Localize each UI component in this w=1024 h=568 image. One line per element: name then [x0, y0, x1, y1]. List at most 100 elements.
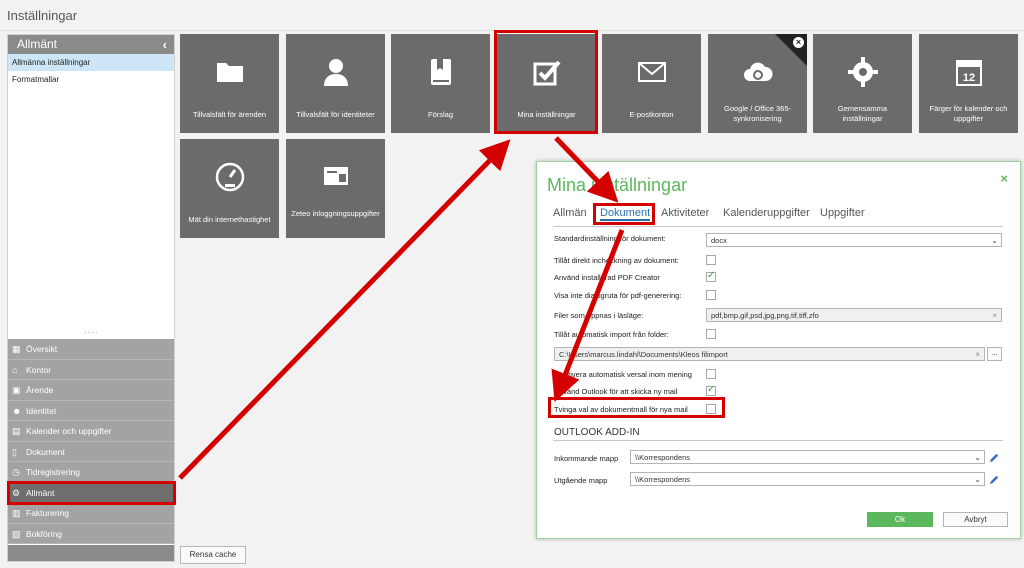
- tile-label: Tillvalsfält för identiteter: [296, 110, 375, 119]
- row-label-outlook-skicka: Använd Outlook för att skicka ny mail: [554, 387, 678, 396]
- pencil-icon[interactable]: [989, 474, 1000, 485]
- row-label-standardinstallning: Standardinställning för dokument:: [554, 234, 666, 243]
- tile-gemensamma-installningar[interactable]: Gemensamma inställningar: [813, 34, 912, 133]
- outlook-section-heading: OUTLOOK ADD-IN: [554, 427, 640, 438]
- close-icon[interactable]: ×: [1000, 171, 1008, 186]
- tile-mat-internethastighet[interactable]: Mät din internethastighet: [180, 139, 279, 238]
- chevron-left-icon[interactable]: ‹: [163, 35, 167, 54]
- tile-e-postkonton[interactable]: E-postkonton: [602, 34, 701, 133]
- close-icon[interactable]: ×: [793, 37, 804, 48]
- row-label-inkommande-mapp: Inkommande mapp: [554, 454, 619, 463]
- nav-footer: [8, 545, 174, 561]
- window-titlebar: Inställningar: [0, 0, 1024, 31]
- tile-label: Förslag: [427, 110, 453, 119]
- clear-icon[interactable]: ×: [975, 348, 980, 360]
- tab-aktiviteter[interactable]: Aktiviteter: [661, 207, 709, 219]
- nav-item-label: Kontor: [26, 364, 52, 375]
- utgaende-mapp-dropdown[interactable]: \\Korrespondens ⌄: [630, 472, 985, 486]
- nav-item-identitet[interactable]: ☻ Identitet: [8, 400, 174, 421]
- tile-tillvalsfalt-identiteter[interactable]: Tillvalsfält för identiteter: [286, 34, 385, 133]
- rensa-cache-button[interactable]: Rensa cache: [180, 546, 246, 564]
- nav-item-fakturering[interactable]: ▥ Fakturering: [8, 503, 174, 524]
- nav-item-label: Kalender och uppgifter: [26, 426, 112, 436]
- tile-label: Mät din internethastighet: [188, 215, 271, 224]
- briefcase-icon: ▣: [12, 385, 21, 395]
- auto-import-checkbox[interactable]: [706, 329, 716, 339]
- nav-item-arende[interactable]: ▣ Ärende: [8, 380, 174, 401]
- nav-item-oversikt[interactable]: ▦ Översikt: [8, 339, 174, 360]
- highlight-mina-installningar: [494, 30, 598, 134]
- section-divider: [553, 440, 1003, 441]
- folder-icon: [217, 63, 243, 82]
- tab-kalenderuppgifter[interactable]: Kalenderuppgifter: [723, 207, 810, 219]
- sidebar-item-allmanna-installningar[interactable]: Allmänna inställningar: [8, 54, 174, 71]
- nav-item-label: Ärende: [26, 385, 54, 395]
- nav-item-label: Bokföring: [26, 528, 62, 539]
- dropdown-value: \\Korrespondens: [635, 453, 691, 462]
- row-label-auto-versal: Inaktivera automatisk versal inom mening: [554, 370, 692, 379]
- panel-splitter-handle[interactable]: ·····: [8, 329, 174, 337]
- tile-label: Zeteo inloggningsuppgifter: [291, 209, 380, 218]
- nav-item-label: Fakturering: [26, 508, 69, 518]
- tile-farger-kalender[interactable]: 12 Färger för kalender och uppgifter: [919, 34, 1018, 133]
- nav-item-tidregistrering[interactable]: ◷ Tidregistrering: [8, 462, 174, 483]
- browse-folder-button[interactable]: ...: [987, 347, 1002, 361]
- invoice-icon: ▥: [12, 508, 21, 518]
- calendar-day-number: 12: [963, 72, 975, 84]
- nav-item-label: Identitet: [26, 405, 57, 416]
- import-folder-path-field[interactable]: C:\Users\marcus.lindahl\Documents\Kleos …: [554, 347, 985, 361]
- chevron-down-icon: ⌄: [974, 453, 981, 462]
- calendar-icon: ▤: [12, 426, 21, 436]
- id-card-icon: [324, 167, 348, 185]
- auto-versal-checkbox[interactable]: [706, 369, 716, 379]
- tile-tillvalsfalt-arenden[interactable]: Tillvalsfält för ärenden: [180, 34, 279, 133]
- tab-uppgifter[interactable]: Uppgifter: [820, 207, 865, 219]
- row-label-pdf-creator: Använd installerad PDF Creator: [554, 273, 660, 282]
- pdf-dialog-checkbox[interactable]: [706, 290, 716, 300]
- module-nav: ▦ Översikt ⌂ Kontor ▣ Ärende ☻ Identitet ▤ Ka…: [8, 339, 174, 544]
- nav-item-bokforing[interactable]: ▧ Bokföring: [8, 523, 174, 544]
- grid-icon: ▦: [12, 344, 21, 354]
- avbryt-button[interactable]: Avbryt: [943, 512, 1008, 527]
- person-icon: [324, 59, 348, 86]
- inkommande-mapp-dropdown[interactable]: \\Korrespondens ⌄: [630, 450, 985, 464]
- sidebar-item-formatmallar[interactable]: Formatmallar: [8, 71, 174, 88]
- sidebar-header: Allmänt ‹: [8, 35, 174, 54]
- nav-item-kalender[interactable]: ▤ Kalender och uppgifter: [8, 421, 174, 442]
- highlight-tvinga-dokumentmall: [548, 397, 725, 418]
- tile-label: E-postkonton: [629, 110, 674, 119]
- tile-label: Gemensamma inställningar: [837, 104, 888, 123]
- cloud-sync-icon: [744, 62, 773, 81]
- ok-button[interactable]: Ok: [867, 512, 933, 527]
- pdf-creator-checkbox[interactable]: [706, 270, 716, 282]
- lasläge-filtyper-field[interactable]: pdf,bmp,gif,psd,jpg,png,tif,tiff,zfo ×: [706, 308, 1002, 322]
- row-label-auto-import: Tillåt automatisk import från folder:: [554, 330, 669, 339]
- tile-label: Färger för kalender och uppgifter: [929, 104, 1008, 123]
- chevron-down-icon: ⌄: [991, 236, 998, 245]
- row-label-lasläge: Filer som öppnas i läsläge:: [554, 311, 644, 320]
- field-value: pdf,bmp,gif,psd,jpg,png,tif,tiff,zfo: [711, 311, 819, 320]
- sidebar-header-title: Allmänt: [17, 37, 58, 51]
- dropdown-value: docx: [711, 236, 727, 245]
- ledger-icon: ▧: [12, 528, 21, 539]
- calendar-12-icon: 12: [956, 60, 982, 86]
- direkt-incheckning-checkbox[interactable]: [706, 255, 716, 265]
- tile-forslag[interactable]: Förslag: [391, 34, 490, 133]
- nav-item-label: Översikt: [26, 344, 58, 354]
- clock-icon: ◷: [12, 467, 20, 477]
- nav-item-kontor[interactable]: ⌂ Kontor: [8, 359, 174, 380]
- tile-zeteo-inloggning[interactable]: Zeteo inloggningsuppgifter: [286, 139, 385, 238]
- outlook-skicka-checkbox[interactable]: [706, 384, 716, 396]
- clear-icon[interactable]: ×: [992, 309, 997, 321]
- bookmark-book-icon: [431, 59, 451, 85]
- tile-label: Google / Office 365-synkronisering: [724, 104, 791, 123]
- nav-item-dokument[interactable]: ▯ Dokument: [8, 441, 174, 462]
- tile-google-office-sync[interactable]: Google / Office 365-synkronisering ×: [708, 34, 807, 133]
- standard-dokument-dropdown[interactable]: docx ⌄: [706, 233, 1002, 247]
- tab-allman[interactable]: Allmän: [553, 207, 587, 219]
- highlight-tab-dokument: [593, 203, 655, 225]
- dialog-title: Mina inställningar: [547, 175, 688, 195]
- pencil-icon[interactable]: [989, 452, 1000, 463]
- envelope-icon: [638, 62, 666, 82]
- chevron-down-icon: ⌄: [974, 475, 981, 484]
